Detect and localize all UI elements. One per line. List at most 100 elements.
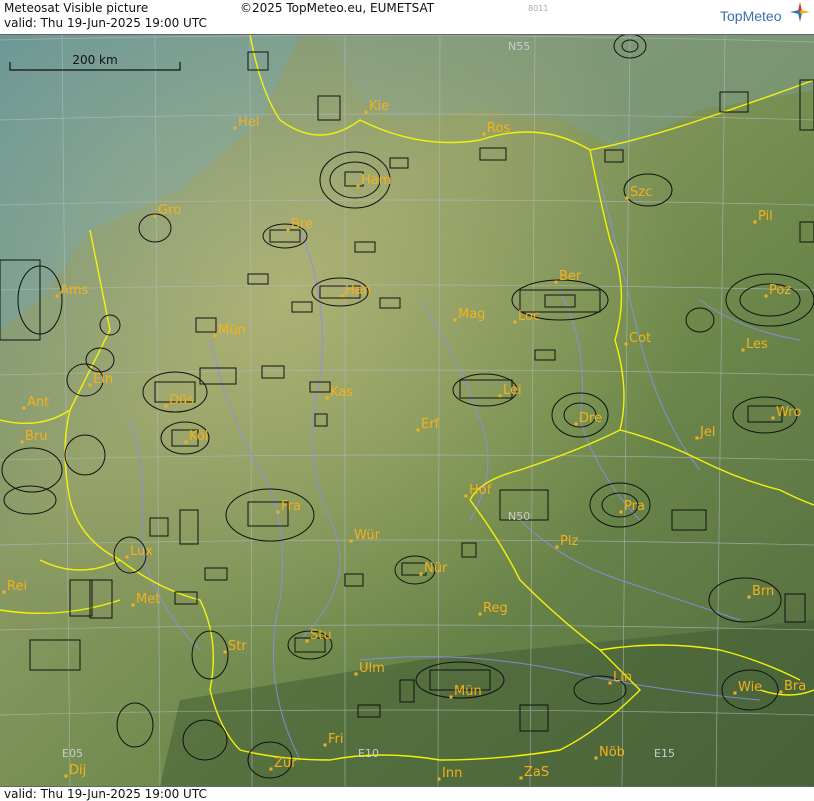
grid-label-e10: E10 [358, 747, 379, 760]
scale-label: 200 km [72, 53, 117, 67]
city-label: Hel [238, 115, 259, 130]
city-marker: Ber [554, 269, 582, 284]
city-dot [55, 294, 59, 298]
city-marker: Poz [764, 283, 791, 298]
city-marker: Kas [325, 385, 353, 400]
city-marker: Stu [305, 628, 332, 643]
city-label: Mün [218, 323, 246, 338]
city-dot [88, 383, 92, 387]
city-dot [223, 650, 227, 654]
image-code: 8011 [528, 4, 549, 13]
city-dot [153, 214, 157, 218]
city-dot [464, 494, 468, 498]
city-dot [164, 404, 168, 408]
satellite-map[interactable]: 200 km N55 N50 E05 E10 E15 Kie Hel Ros Ham S… [0, 34, 814, 786]
city-dot [453, 318, 457, 322]
city-dot [753, 220, 757, 224]
city-label: Mag [458, 307, 485, 322]
city-label: Köl [189, 429, 208, 444]
city-dot [349, 539, 353, 543]
city-dot [184, 440, 188, 444]
city-marker: Lin [608, 670, 632, 685]
city-marker: Brn [747, 584, 774, 599]
city-marker: Wür [349, 528, 381, 543]
city-label: Fri [328, 732, 344, 747]
city-marker: Dre [574, 411, 602, 426]
city-label: Kas [330, 385, 353, 400]
city-label: Les [746, 337, 768, 352]
city-label: Kie [369, 99, 389, 114]
grid-label-n50: N50 [508, 510, 530, 523]
city-label: Ulm [359, 661, 385, 676]
city-dot [625, 196, 629, 200]
compass-icon [790, 2, 810, 22]
city-marker: Ros [482, 121, 510, 136]
city-dot [733, 691, 737, 695]
city-dot [416, 428, 420, 432]
city-marker: Han [340, 283, 371, 298]
city-label: Dij [69, 763, 86, 778]
city-dot [340, 294, 344, 298]
city-dot [695, 436, 699, 440]
city-marker: Ams [55, 283, 89, 298]
city-dot [419, 572, 423, 576]
city-label: Lei [503, 383, 522, 398]
city-marker: Met [131, 592, 160, 607]
city-label: Ham [361, 173, 391, 188]
city-label: Ant [27, 395, 49, 410]
city-label: Ros [487, 121, 510, 136]
city-marker: Szc [625, 185, 652, 200]
grid-label-n55: N55 [508, 40, 530, 53]
city-marker: Pra [619, 499, 645, 514]
city-label: ZaS [524, 765, 549, 780]
city-label: Bru [25, 429, 48, 444]
valid-time: valid: Thu 19-Jun-2025 19:00 UTC [4, 16, 207, 30]
city-marker: ZaS [519, 765, 549, 780]
grid-label-e15: E15 [654, 747, 675, 760]
city-label: Nür [424, 561, 448, 576]
city-label: Cot [629, 331, 651, 346]
city-label: Wie [738, 680, 762, 695]
copyright-text: ©2025 TopMeteo.eu, EUMETSAT [240, 1, 435, 15]
city-marker: Les [741, 337, 768, 352]
city-marker: Mün [449, 684, 482, 699]
city-dot [519, 776, 523, 780]
city-dot [325, 396, 329, 400]
map-viewer: Meteosat Visible picture ©2025 TopMeteo.… [0, 0, 814, 801]
city-label: Erf [421, 417, 440, 432]
city-label: Stu [310, 628, 332, 643]
city-marker: Düs [164, 393, 194, 408]
city-dot [2, 590, 6, 594]
city-dot [356, 184, 360, 188]
city-marker: Cot [624, 331, 651, 346]
city-label: Zür [274, 756, 297, 771]
city-marker: Nür [419, 561, 448, 576]
city-label: Poz [769, 283, 791, 298]
city-dot [554, 280, 558, 284]
city-dot [741, 348, 745, 352]
city-dot [233, 126, 237, 130]
city-label: Met [136, 592, 160, 607]
city-marker: Hel [233, 115, 259, 130]
city-marker: Bra [779, 679, 806, 694]
city-label: Ber [559, 269, 582, 284]
city-label: Rei [7, 579, 27, 594]
city-marker: Reg [478, 601, 508, 616]
city-label: Inn [442, 766, 462, 781]
city-marker: Loc [513, 309, 540, 324]
city-marker: Rei [2, 579, 27, 594]
city-marker: Bre [286, 217, 313, 232]
city-dot [269, 767, 273, 771]
city-dot [594, 756, 598, 760]
city-label: Ams [60, 283, 89, 298]
city-dot [574, 422, 578, 426]
city-label: Bre [291, 217, 313, 232]
city-label: Lux [130, 544, 153, 559]
city-label: Wro [776, 405, 801, 420]
city-marker: Lux [125, 544, 153, 559]
city-label: Hof [469, 483, 492, 498]
city-dot [354, 672, 358, 676]
city-dot [276, 510, 280, 514]
city-label: Mün [454, 684, 482, 699]
city-marker: Hof [464, 483, 492, 498]
